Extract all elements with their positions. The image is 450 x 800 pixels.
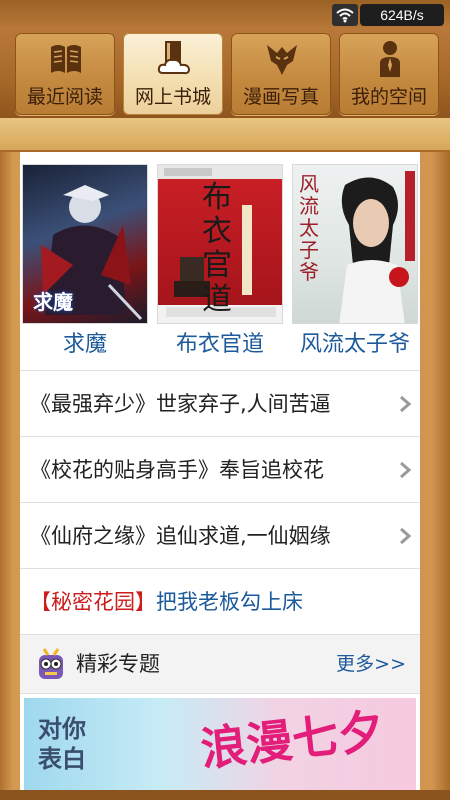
- list-item-text: 《仙府之缘》追仙求道,一仙姻缘: [30, 524, 331, 548]
- tab-comics-photos[interactable]: 漫画写真: [231, 33, 331, 115]
- more-link[interactable]: 更多>>: [336, 635, 406, 693]
- promo-banner[interactable]: 对你表白 浪漫七夕: [24, 698, 416, 792]
- promo-row[interactable]: 【秘密花园】把我老板勾上床: [20, 568, 420, 634]
- tab-label: 我的空间: [350, 86, 427, 108]
- promo-link[interactable]: 把我老板勾上床: [156, 590, 303, 614]
- cover-title: 布衣官道: [202, 180, 232, 317]
- book-card[interactable]: 求魔: [22, 164, 148, 324]
- mascot-icon: [39, 648, 63, 679]
- bottom-bar: [0, 790, 450, 800]
- transformer-emblem-icon: [267, 45, 297, 75]
- list-item-text: 《最强弃少》世家弃子,人间苦逼: [30, 392, 331, 416]
- book-cover[interactable]: 求魔: [22, 164, 148, 324]
- book-title[interactable]: 布衣官道: [150, 326, 290, 358]
- book-cover[interactable]: 布衣官道: [157, 164, 283, 324]
- list-item[interactable]: 《最强弃少》世家弃子,人间苦逼: [20, 370, 420, 436]
- tab-label: 网上书城: [134, 86, 211, 108]
- list-item[interactable]: 《仙府之缘》追仙求道,一仙姻缘: [20, 502, 420, 568]
- banner-text-left: 对你表白: [38, 715, 86, 773]
- promo-text: 【秘密花园】把我老板勾上床: [30, 569, 303, 635]
- bookstore-panel: 求魔 求魔 布衣官道 布衣官道 风流太子爷 风流太子爷 《最强弃少》世家弃子,人…: [20, 152, 420, 792]
- banner-text-right: 浪漫七夕: [197, 703, 387, 777]
- book-card[interactable]: 布衣官道: [157, 164, 283, 324]
- chevron-right-icon: [400, 461, 412, 479]
- list-item[interactable]: 《校花的贴身高手》奉旨追校花: [20, 436, 420, 502]
- section-title: 精彩专题: [76, 652, 160, 676]
- cover-title: 求魔: [33, 290, 73, 314]
- tab-my-space[interactable]: 我的空间: [339, 33, 439, 115]
- list-item-text: 《校花的贴身高手》奉旨追校花: [30, 458, 324, 482]
- book-title[interactable]: 求魔: [20, 326, 155, 358]
- tab-recent-reading[interactable]: 最近阅读: [15, 33, 115, 115]
- tab-bar: 最近阅读 网上书城 漫画写真 我的空间: [0, 30, 450, 118]
- cloud-book-icon: [157, 41, 191, 75]
- book-card[interactable]: 风流太子爷: [292, 164, 418, 324]
- network-speed: 624B/s: [360, 4, 444, 26]
- promo-tag: 【秘密花园】: [30, 590, 156, 614]
- open-book-icon: [51, 45, 81, 73]
- chevron-right-icon: [400, 395, 412, 413]
- person-icon: [380, 41, 400, 77]
- shelf-band: [0, 118, 450, 152]
- book-cover[interactable]: 风流太子爷: [292, 164, 418, 324]
- content-frame: 求魔 求魔 布衣官道 布衣官道 风流太子爷 风流太子爷 《最强弃少》世家弃子,人…: [0, 152, 450, 800]
- featured-topics-header: 精彩专题 更多>>: [20, 634, 420, 694]
- tab-online-bookstore[interactable]: 网上书城: [123, 33, 223, 115]
- tab-label: 最近阅读: [26, 86, 103, 108]
- status-bar: 624B/s: [0, 0, 450, 30]
- wifi-icon: [336, 8, 354, 23]
- cover-title: 风流太子爷: [299, 172, 319, 284]
- chevron-right-icon: [400, 527, 412, 545]
- tab-label: 漫画写真: [242, 86, 319, 108]
- wifi-status: [332, 4, 358, 26]
- book-title[interactable]: 风流太子爷: [285, 326, 420, 358]
